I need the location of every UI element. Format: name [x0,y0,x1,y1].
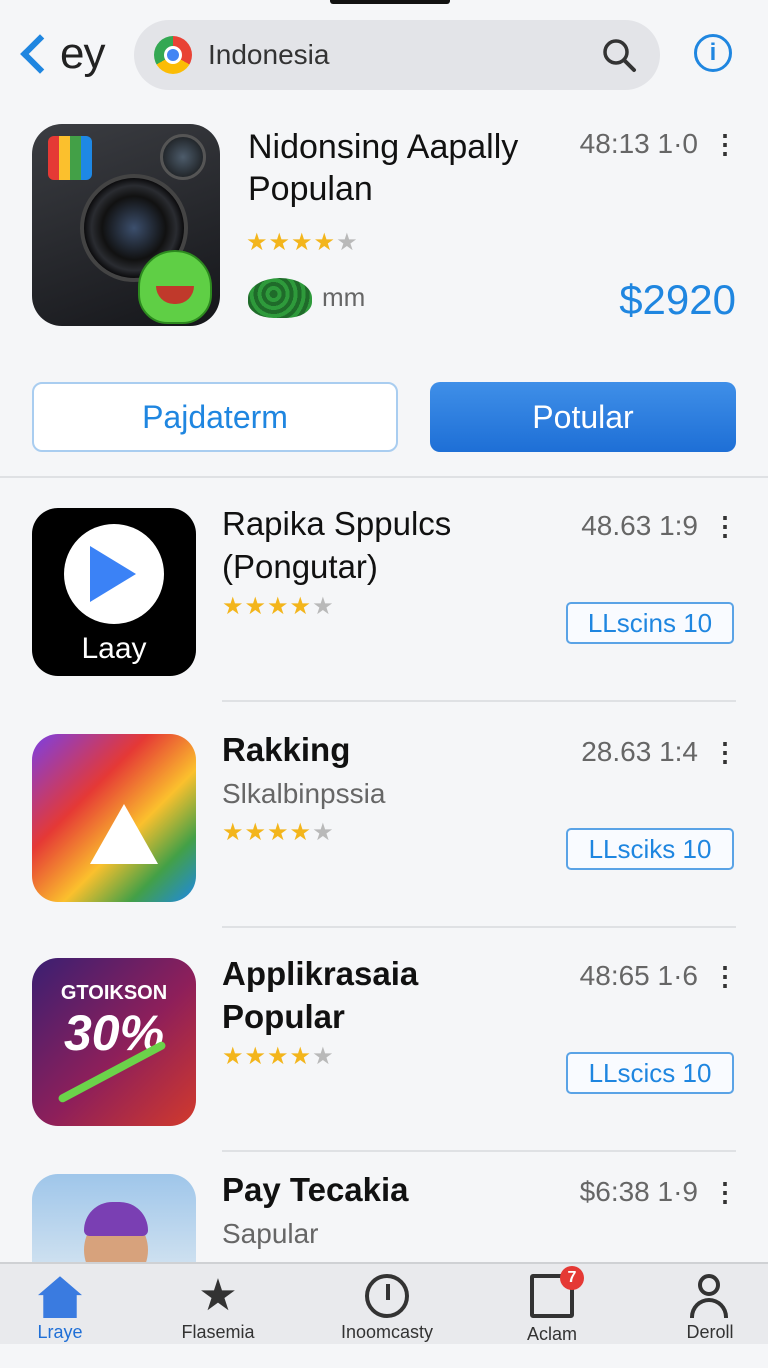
price-label: $2920 [619,276,736,323]
star-icon: ★ [267,1043,289,1070]
tab-home[interactable]: Lrayе [0,1264,120,1346]
color-grid-icon [48,136,92,180]
list-item[interactable]: Rakking Slkalbinpssia 28.63 1:4 ⋮ ★ ★ ★ ★ ★ … [0,704,768,928]
more-options-icon[interactable]: ⋮ [712,129,738,160]
star-icon: ★ [268,229,291,256]
back-label: ey [60,29,105,78]
star-icon: ★ [289,593,312,620]
app-name: Rakking [222,731,351,768]
secondary-button[interactable]: Pajdaterm [32,382,398,452]
app-meta-text: 48:65 1·6 [579,960,698,991]
app-meta-text: 48.63 1:9 [581,510,698,541]
clock-icon [365,1274,409,1318]
app-meta-text: $6:38 1·9 [579,1176,698,1207]
tab-profile[interactable]: Deroll [650,1264,768,1346]
app-subtitle: Slkalbinpssia [222,778,386,809]
featured-subtitle: mm [322,282,366,312]
tab-label: Lrayе [37,1322,83,1342]
triangle-app-icon[interactable] [32,734,196,902]
star-icon: ★ [244,593,267,620]
flash-icon [160,134,206,180]
browser-logo-icon [154,36,192,74]
person-icon [688,1274,732,1318]
rating-stars: ★★★★★ [246,228,358,257]
play-icon [90,546,136,602]
search-text: Indonesia [208,39,330,70]
more-options-icon[interactable]: ⋮ [712,961,738,992]
install-button[interactable]: LLsciks 10 [566,828,734,870]
app-icon-label: Laay [81,632,147,665]
chevron-left-icon [20,34,60,74]
tab-updates[interactable]: Inoomcasty [327,1264,447,1346]
tab-label: Deroll [686,1322,734,1342]
star-icon: ★ [222,1043,244,1070]
star-icon: ★ [313,229,336,256]
home-icon [38,1276,82,1318]
more-options-icon[interactable]: ⋮ [712,511,738,542]
more-options-icon[interactable]: ⋮ [712,737,738,768]
header: ey Indonesia i [0,0,768,110]
star-icon: ★ [244,1043,267,1070]
star-icon: ★ [312,1043,334,1070]
back-button[interactable]: ey [16,26,105,82]
more-options-icon[interactable]: ⋮ [712,1177,738,1208]
list-item[interactable]: Laay Rapika Sppulcs (Pongutar) 48.63 1:9… [0,478,768,702]
star-icon: ★ [222,593,244,620]
primary-button[interactable]: Potular [430,382,736,452]
star-icon: ★ [312,593,334,620]
rating-stars: ★★★★★ [222,1042,334,1071]
featured-title: Nidonsing Aapally Populan [248,128,519,208]
turtle-icon [248,278,312,318]
star-icon: ★ [198,1271,238,1320]
tab-featured[interactable]: ★ Flasemia [158,1264,278,1346]
tab-label: Flasemia [181,1322,255,1342]
app-subtitle: Sapular [222,1218,319,1249]
star-icon: ★ [267,819,289,846]
star-icon: ★ [289,819,312,846]
info-button[interactable]: i [694,34,732,72]
rating-stars: ★★★★★ [222,818,334,847]
info-icon: i [709,39,717,66]
star-icon: ★ [244,819,267,846]
install-button[interactable]: LLscics 10 [566,1052,734,1094]
rating-stars: ★★★★★ [222,592,334,621]
notification-badge: 7 [560,1266,584,1290]
tab-bar: Lrayе ★ Flasemia Inoomcasty 7 Aclam Dero… [0,1262,768,1344]
android-mascot-icon [138,250,212,324]
app-name: Pay Tecakia [222,1171,409,1208]
app-meta: $6:38 1·9 ⋮ [579,1176,738,1208]
star-icon: ★ [312,819,334,846]
search-bar[interactable]: Indonesia [134,20,660,90]
star-icon: ★ [222,819,244,846]
camera-app-icon[interactable] [32,124,220,326]
app-meta: 28.63 1:4 ⋮ [581,736,738,768]
tab-label: Inoomcasty [340,1322,434,1342]
divider [222,700,736,702]
app-name: Rapika Sppulcs (Pongutar) [222,505,452,585]
star-icon: ★ [336,229,358,256]
app-name: Applikrasaia Popular [222,955,419,1035]
tab-label: Aclam [526,1324,577,1344]
inbox-icon: 7 [530,1266,584,1318]
play-app-icon[interactable]: Laay [32,508,196,676]
app-icon-label: 30% [63,1005,165,1061]
star-icon: ★ [291,229,313,256]
percent-app-icon[interactable]: GTOIKSON 30% [32,958,196,1126]
star-icon: ★ [267,593,289,620]
star-icon: ★ [289,1043,312,1070]
tab-inbox[interactable]: 7 Aclam [492,1264,612,1346]
install-button[interactable]: LLscins 10 [566,602,734,644]
featured-meta-text: 48:13 1·0 [579,128,698,159]
search-icon[interactable] [600,36,638,74]
app-meta: 48.63 1:9 ⋮ [581,510,738,542]
featured-app[interactable]: Nidonsing Aapally Populan 48:13 1·0 ⋮ ★ ★… [0,110,768,478]
app-meta: 48:65 1·6 ⋮ [579,960,738,992]
featured-meta: 48:13 1·0 ⋮ [579,128,738,160]
app-meta-text: 28.63 1:4 [581,736,698,767]
star-icon: ★ [246,229,268,256]
list-item[interactable]: GTOIKSON 30% Applikrasaia Popular 48:65 … [0,928,768,1152]
app-icon-label: GTOIKSON [60,982,168,1004]
